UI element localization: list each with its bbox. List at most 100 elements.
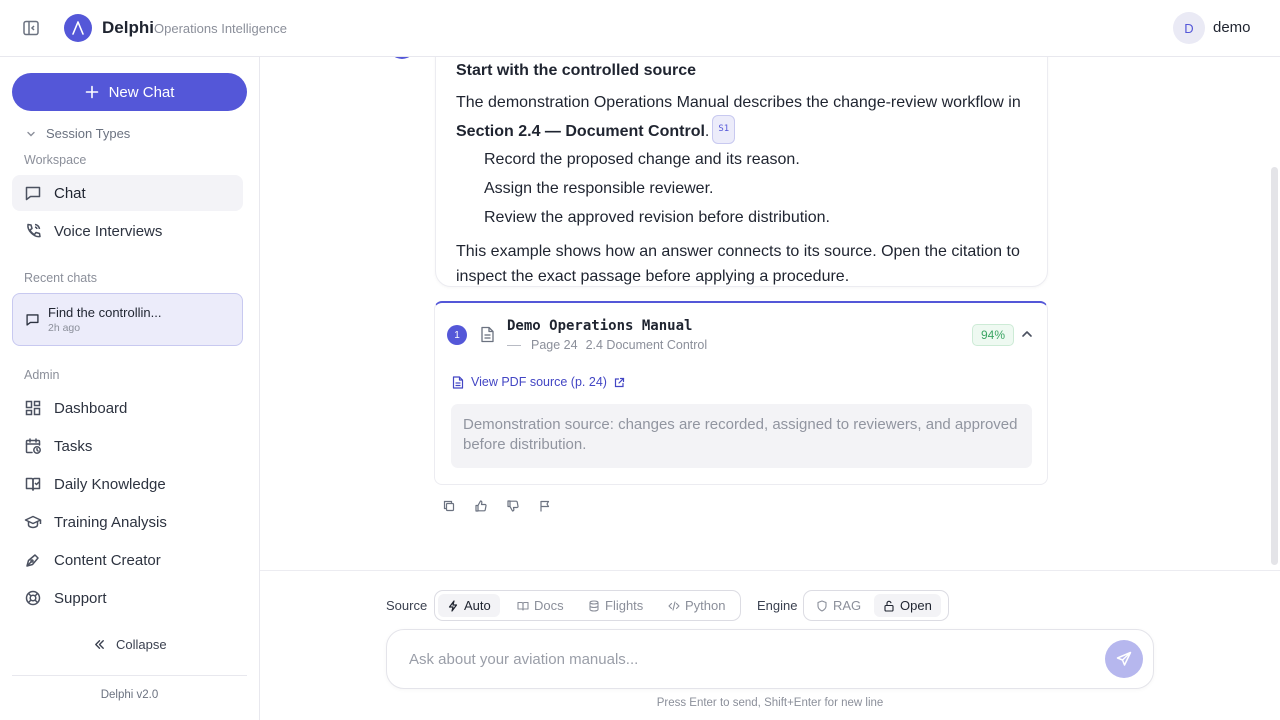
assistant-avatar (388, 57, 416, 59)
send-button[interactable] (1105, 640, 1143, 678)
citation-badge[interactable]: S1 (712, 115, 736, 144)
message-intro: The demonstration Operations Manual desc… (456, 90, 1036, 144)
thumbs-up-icon[interactable] (474, 499, 488, 513)
bolt-icon (448, 599, 458, 612)
unlock-icon (884, 600, 894, 612)
option-label: Flights (605, 598, 644, 613)
source-option-python[interactable]: Python (659, 594, 734, 617)
chevrons-left-icon (95, 640, 104, 649)
sidebar-item-voice-interviews[interactable]: Voice Interviews (12, 213, 243, 249)
option-label: Python (685, 598, 726, 613)
scrollbar[interactable] (1271, 167, 1278, 565)
plus-icon (85, 85, 98, 99)
copy-icon[interactable] (442, 499, 456, 513)
chat-icon (26, 314, 39, 326)
collapse-label: Collapse (116, 637, 167, 652)
session-types-toggle[interactable]: Session Types (26, 126, 130, 141)
thumbs-down-icon[interactable] (506, 499, 520, 513)
source-selector-label: Source (386, 598, 428, 613)
source-page: Page 24 (531, 338, 578, 352)
database-icon (589, 599, 599, 612)
lifebuoy-icon (25, 590, 41, 606)
sidebar-item-label: Dashboard (54, 399, 128, 417)
composer-hint: Press Enter to send, Shift+Enter for new… (656, 697, 884, 709)
new-chat-button[interactable]: New Chat (12, 73, 247, 111)
meta-dash (507, 344, 521, 346)
book-icon (25, 477, 41, 491)
relevance-score-badge: 94% (972, 324, 1015, 346)
source-title: Demo Operations Manual (507, 318, 693, 334)
sidebar-item-label: Voice Interviews (54, 222, 163, 240)
sidebar-item-label: Chat (54, 184, 86, 202)
message-heading: Start with the controlled source (456, 62, 697, 79)
chat-icon (25, 186, 41, 201)
message-composer (386, 629, 1154, 689)
sidebar: New Chat Session Types Workspace Chat Vo… (0, 57, 260, 720)
source-selector: Auto Docs Flights Python (434, 590, 741, 621)
flag-icon[interactable] (538, 499, 552, 513)
sidebar-item-label: Tasks (54, 437, 93, 455)
sidebar-item-label: Training Analysis (54, 513, 167, 531)
pen-tool-icon (26, 554, 39, 567)
code-icon (668, 600, 680, 611)
option-label: Auto (464, 598, 491, 613)
calendar-clock-icon (25, 438, 41, 454)
option-label: Open (900, 598, 932, 613)
engine-option-open[interactable]: Open (874, 594, 941, 617)
user-avatar[interactable]: D (1173, 12, 1205, 44)
chat-thread[interactable]: Start with the controlled source The dem… (260, 57, 1280, 570)
message-input[interactable] (409, 648, 1089, 670)
sidebar-item-dashboard[interactable]: Dashboard (12, 390, 243, 426)
source-excerpt: Demonstration source: changes are record… (451, 404, 1032, 468)
view-pdf-label: View PDF source (p. 24) (471, 375, 607, 389)
source-option-auto[interactable]: Auto (438, 594, 500, 617)
sidebar-item-support[interactable]: Support (12, 580, 243, 616)
top-bar: Delphi Operations Intelligence D demo (0, 0, 1280, 57)
user-name[interactable]: demo (1213, 19, 1251, 36)
brand-tagline: Operations Intelligence (154, 21, 287, 36)
recent-chats-section-label: Recent chats (24, 271, 97, 285)
dashboard-icon (25, 400, 41, 416)
engine-option-rag[interactable]: RAG (807, 594, 870, 617)
assistant-message: Start with the controlled source The dem… (435, 57, 1048, 287)
source-option-flights[interactable]: Flights (579, 594, 652, 617)
message-actions (442, 499, 552, 513)
recent-chat-item[interactable]: Find the controllin... 2h ago (12, 293, 243, 346)
sidebar-item-tasks[interactable]: Tasks (12, 428, 243, 464)
option-label: RAG (833, 598, 862, 613)
recent-chat-title: Find the controllin... (48, 305, 162, 320)
sidebar-item-label: Support (54, 589, 107, 607)
sidebar-item-content-creator[interactable]: Content Creator (12, 542, 243, 578)
sidebar-toggle-icon[interactable] (22, 19, 40, 37)
phone-icon (27, 223, 41, 238)
engine-selector-label: Engine (757, 598, 798, 613)
recent-chat-time: 2h ago (48, 322, 81, 334)
chevron-down-icon (27, 131, 35, 136)
send-icon (1116, 651, 1132, 666)
list-item: Record the proposed change and its reaso… (484, 151, 800, 168)
sidebar-item-label: Content Creator (54, 551, 161, 569)
sidebar-item-chat[interactable]: Chat (12, 175, 243, 211)
list-item: Assign the responsible reviewer. (484, 180, 714, 197)
collapse-sidebar-button[interactable]: Collapse (93, 637, 167, 652)
shield-icon (817, 599, 827, 612)
chevron-up-icon[interactable] (1020, 327, 1034, 341)
view-pdf-link[interactable]: View PDF source (p. 24) (452, 375, 625, 389)
composer-area: Source Auto Docs Flights Python Engine R… (260, 570, 1280, 720)
intro-section-ref: Section 2.4 — Document Control (456, 123, 705, 140)
source-section: 2.4 Document Control (585, 338, 708, 352)
sidebar-item-daily-knowledge[interactable]: Daily Knowledge (12, 466, 243, 502)
graduation-cap-icon (24, 515, 42, 529)
message-outro: This example shows how an answer connect… (456, 243, 1020, 285)
option-label: Docs (534, 598, 564, 613)
new-chat-label: New Chat (108, 83, 175, 101)
sidebar-item-training-analysis[interactable]: Training Analysis (12, 504, 243, 540)
intro-end: . (704, 123, 710, 140)
intro-text: The demonstration Operations Manual desc… (456, 94, 1021, 111)
app-version: Delphi v2.0 (100, 689, 159, 701)
external-link-icon (614, 377, 625, 387)
source-option-docs[interactable]: Docs (508, 594, 573, 617)
admin-section-label: Admin (24, 368, 60, 382)
list-item: Review the approved revision before dist… (484, 209, 830, 226)
workspace-section-label: Workspace (24, 153, 87, 167)
